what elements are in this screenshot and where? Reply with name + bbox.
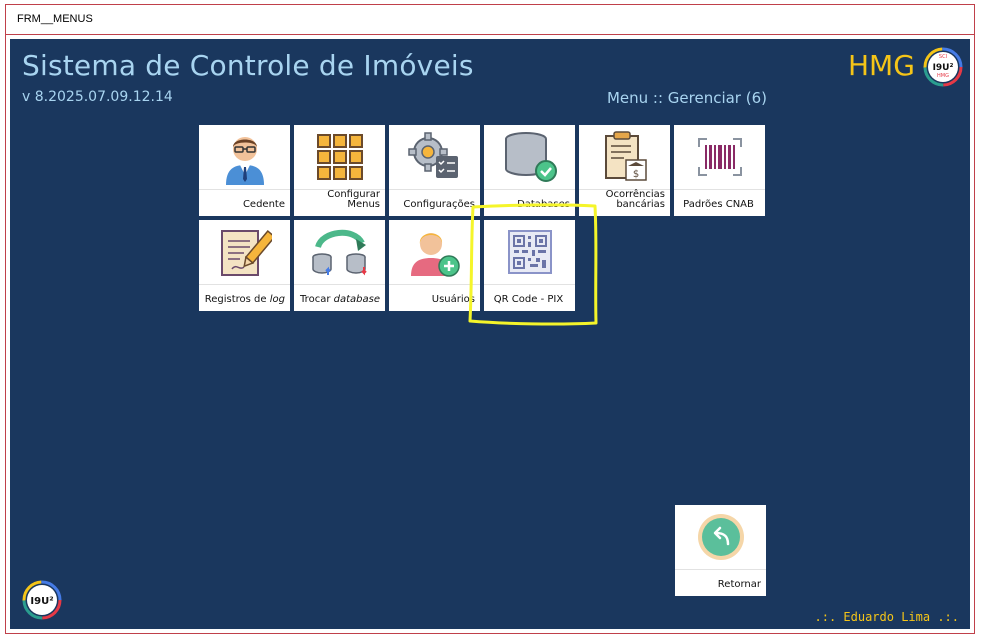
- environment-label: HMG: [848, 49, 915, 82]
- tile-label: Configurações: [403, 199, 475, 210]
- logo-top-text: I9U²: [933, 63, 954, 73]
- tile-label: Registros de log: [204, 294, 285, 305]
- return-button[interactable]: Retornar: [675, 505, 766, 596]
- tile-trocar-database[interactable]: Trocar database: [294, 220, 385, 311]
- tile-ocorrencias-bancarias[interactable]: $ Ocorrências bancárias: [579, 125, 670, 216]
- tile-label: QR Code - PIX: [493, 294, 564, 305]
- document-pencil-icon: [199, 220, 290, 284]
- tile-label: Padrões CNAB: [683, 199, 754, 210]
- grid-menu-icon: [294, 125, 385, 189]
- app-window: FRM__MENUS Sistema de Controle de Imóvei…: [5, 4, 975, 634]
- tile-padroes-cnab[interactable]: Padrões CNAB: [674, 125, 765, 216]
- window-title: FRM__MENUS: [17, 13, 93, 25]
- back-arrow-icon: [675, 505, 766, 569]
- database-check-icon: [484, 125, 575, 189]
- tile-qr-code-pix[interactable]: QR Code - PIX: [484, 220, 575, 311]
- main-panel: Sistema de Controle de Imóveis v 8.2025.…: [10, 39, 970, 629]
- svg-text:$: $: [632, 169, 638, 180]
- logo-top-sub1: SCI: [939, 54, 947, 60]
- menu-breadcrumb: Menu :: Gerenciar (6): [606, 89, 767, 107]
- version-label: v 8.2025.07.09.12.14: [22, 89, 173, 105]
- user-icon: [199, 125, 290, 189]
- bank-document-icon: $: [579, 125, 670, 189]
- add-user-icon: [389, 220, 480, 284]
- qr-code-icon: [484, 220, 575, 284]
- barcode-icon: [674, 125, 765, 189]
- gear-checklist-icon: [389, 125, 480, 189]
- tile-label: Databases: [517, 199, 570, 210]
- tile-databases[interactable]: Databases: [484, 125, 575, 216]
- tile-cedente[interactable]: Cedente: [199, 125, 290, 216]
- tile-label: Trocar database: [300, 294, 380, 305]
- swap-database-icon: [294, 220, 385, 284]
- tile-registros-de-log[interactable]: Registros de log: [199, 220, 290, 311]
- tile-usuarios[interactable]: Usuários: [389, 220, 480, 311]
- footer-logo-text: I9U²: [30, 596, 53, 607]
- tile-configurar-menus[interactable]: Configurar Menus: [294, 125, 385, 216]
- window-titlebar: FRM__MENUS: [6, 5, 974, 35]
- tile-configuracoes[interactable]: Configurações: [389, 125, 480, 216]
- logo-top-sub2: HMG: [937, 73, 949, 79]
- company-logo-icon: SCI I9U² HMG: [923, 47, 963, 87]
- current-user-label: .:. Eduardo Lima .:.: [814, 610, 960, 624]
- app-title: Sistema de Controle de Imóveis: [22, 49, 474, 82]
- return-button-label: Retornar: [717, 579, 761, 590]
- footer-logo-icon: I9U²: [22, 580, 62, 620]
- tile-label: Cedente: [242, 199, 285, 210]
- tile-label: Configurar Menus: [327, 189, 380, 210]
- tile-label: Usuários: [431, 294, 475, 305]
- tile-label: Ocorrências bancárias: [605, 189, 665, 210]
